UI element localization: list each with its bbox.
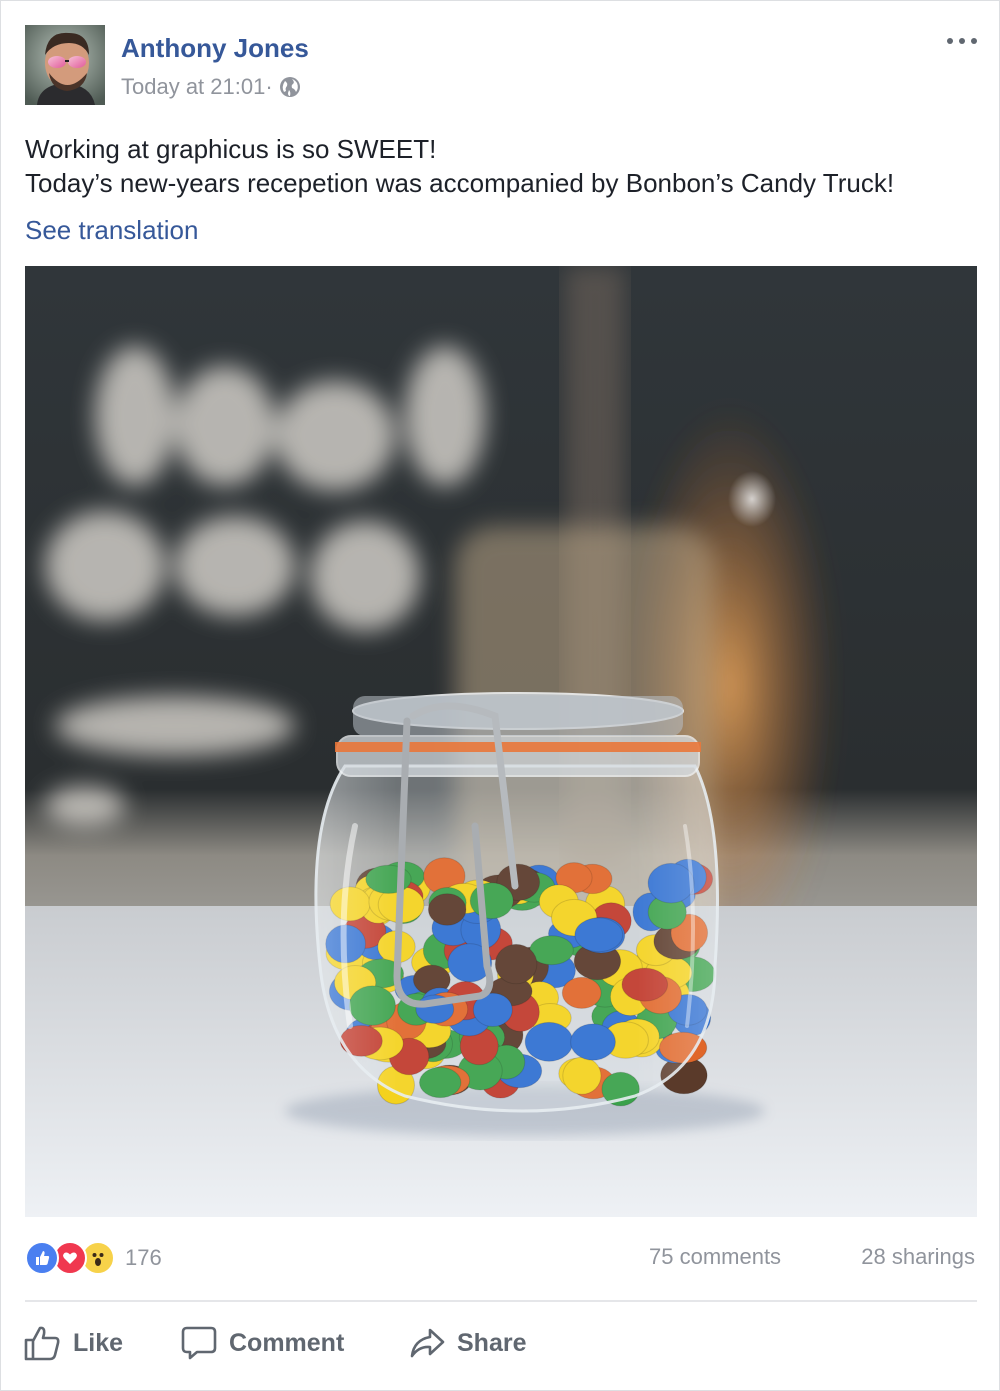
share-button[interactable]: Share [409, 1319, 526, 1367]
comment-label: Comment [229, 1328, 345, 1357]
post-timestamp[interactable]: Today at 21:01· [121, 74, 273, 100]
comment-bubble-icon [181, 1326, 217, 1360]
share-label: Share [457, 1328, 527, 1357]
comment-button[interactable]: Comment [181, 1319, 344, 1367]
reaction-count: 176 [125, 1245, 162, 1270]
like-reaction-icon [25, 1241, 59, 1275]
see-translation-link[interactable]: See translation [25, 215, 198, 246]
post-text-line: Working at graphicus is so SWEET! [25, 134, 437, 164]
post-text: Working at graphicus is so SWEET! Today’… [25, 132, 985, 200]
comments-count-link[interactable]: 75 comments [649, 1244, 781, 1270]
post-meta: Today at 21:01· [121, 73, 301, 101]
globe-icon[interactable] [279, 76, 301, 98]
author-avatar[interactable] [25, 25, 105, 105]
share-arrow-icon [410, 1328, 445, 1358]
like-button[interactable]: Like [23, 1319, 123, 1367]
divider [25, 1300, 977, 1302]
reactions-summary[interactable]: 176 [25, 1241, 162, 1275]
post-photo[interactable] [25, 266, 977, 1217]
more-options-icon[interactable] [947, 31, 977, 51]
like-label: Like [73, 1328, 124, 1357]
shares-count-link[interactable]: 28 sharings [861, 1244, 975, 1270]
post-text-line: Today’s new-years recepetion was accompa… [25, 168, 895, 198]
thumbs-up-icon [24, 1326, 60, 1361]
author-name[interactable]: Anthony Jones [121, 33, 309, 64]
post-card: Anthony Jones Today at 21:01· Working at… [0, 0, 1000, 1391]
